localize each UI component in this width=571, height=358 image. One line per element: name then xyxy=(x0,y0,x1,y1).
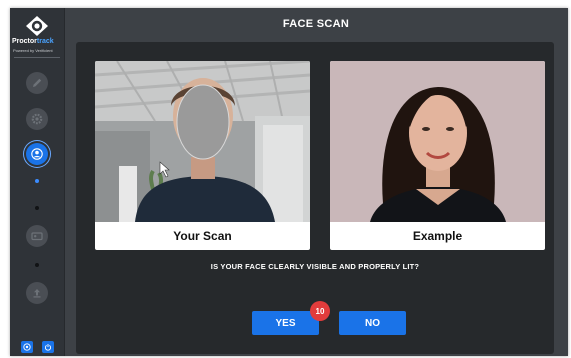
power-icon xyxy=(44,344,52,351)
no-button[interactable]: NO xyxy=(339,311,406,335)
sidebar-item-upload[interactable] xyxy=(26,282,48,304)
help-icon xyxy=(23,343,31,351)
pencil-icon xyxy=(33,78,42,87)
help-button[interactable] xyxy=(21,341,33,353)
yes-button[interactable]: YES xyxy=(252,311,319,335)
your-scan-photo xyxy=(95,61,310,222)
sidebar-item-pencil[interactable] xyxy=(26,72,48,94)
power-button[interactable] xyxy=(42,341,54,353)
your-scan-card: Your Scan xyxy=(95,61,310,250)
step-dot xyxy=(35,206,39,210)
eye-logo-icon xyxy=(26,16,48,36)
step-dot xyxy=(35,263,39,267)
example-photo xyxy=(330,61,545,222)
sidebar-item-settings[interactable] xyxy=(26,108,48,130)
step-dot xyxy=(35,179,39,183)
upload-icon xyxy=(33,289,41,298)
countdown-badge: 10 xyxy=(310,301,330,321)
user-icon xyxy=(31,148,43,160)
example-card: Example xyxy=(330,61,545,250)
brand-name: Proctortrack xyxy=(12,38,64,45)
sidebar: Proctortrack Powered by Verificient xyxy=(10,8,65,356)
sidebar-item-id[interactable] xyxy=(26,225,48,247)
brand-name-accent: track xyxy=(36,38,54,45)
brand-tagline: Powered by Verificient xyxy=(13,48,53,53)
your-scan-label: Your Scan xyxy=(173,229,232,243)
sidebar-item-face-scan[interactable] xyxy=(26,143,48,165)
brand-name-main: Proctor xyxy=(12,38,37,45)
gear-icon xyxy=(31,113,43,125)
page-title: FACE SCAN xyxy=(282,18,350,30)
id-card-icon xyxy=(31,232,43,241)
brand-divider xyxy=(14,57,60,58)
visibility-question: IS YOUR FACE CLEARLY VISIBLE AND PROPERL… xyxy=(210,262,420,271)
example-label: Example xyxy=(412,229,463,243)
app-window: Proctortrack Powered by Verificient FACE… xyxy=(10,8,568,356)
face-scan-panel: Your Scan Example IS YOUR FACE CLEARLY V… xyxy=(76,42,554,354)
